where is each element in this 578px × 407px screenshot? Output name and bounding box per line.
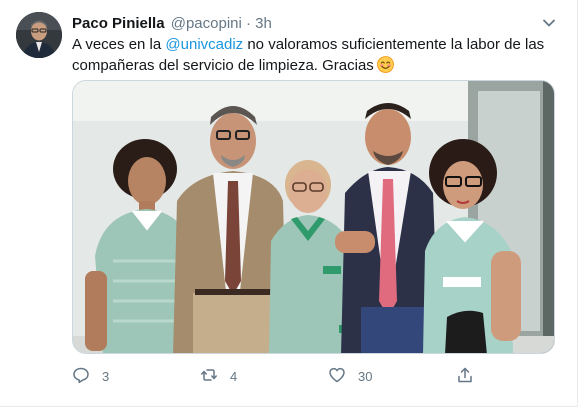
heart-icon <box>328 366 346 387</box>
tweet-actions: 3 4 30 <box>72 364 492 388</box>
chevron-down-icon[interactable] <box>540 14 558 32</box>
retweet-icon <box>200 366 218 387</box>
reply-count: 3 <box>102 368 110 384</box>
reply-icon <box>72 366 90 387</box>
smiling-face-emoji-icon <box>376 56 394 73</box>
tweet-text: A veces en la @univcadiz no valoramos su… <box>72 34 562 76</box>
retweet-count: 4 <box>230 368 238 384</box>
tweet-text-start: A veces en la <box>72 36 166 53</box>
author-display-name[interactable]: Paco Piniella <box>72 15 165 32</box>
separator: · <box>246 15 251 32</box>
avatar[interactable] <box>16 12 62 58</box>
mention-link[interactable]: @univcadiz <box>165 36 243 53</box>
like-button[interactable]: 30 <box>328 364 372 388</box>
reply-button[interactable]: 3 <box>72 364 109 388</box>
retweet-button[interactable]: 4 <box>200 364 237 388</box>
tweet-time[interactable]: 3h <box>255 15 272 32</box>
share-button[interactable] <box>456 364 474 388</box>
author-handle[interactable]: @pacopini <box>171 15 242 32</box>
tweet-photo[interactable] <box>72 80 555 354</box>
share-icon <box>456 366 474 387</box>
like-count: 30 <box>358 368 373 384</box>
tweet-header: Paco Piniella @pacopini · 3h <box>72 14 272 34</box>
tweet[interactable]: Paco Piniella @pacopini · 3h A veces en … <box>0 0 578 407</box>
